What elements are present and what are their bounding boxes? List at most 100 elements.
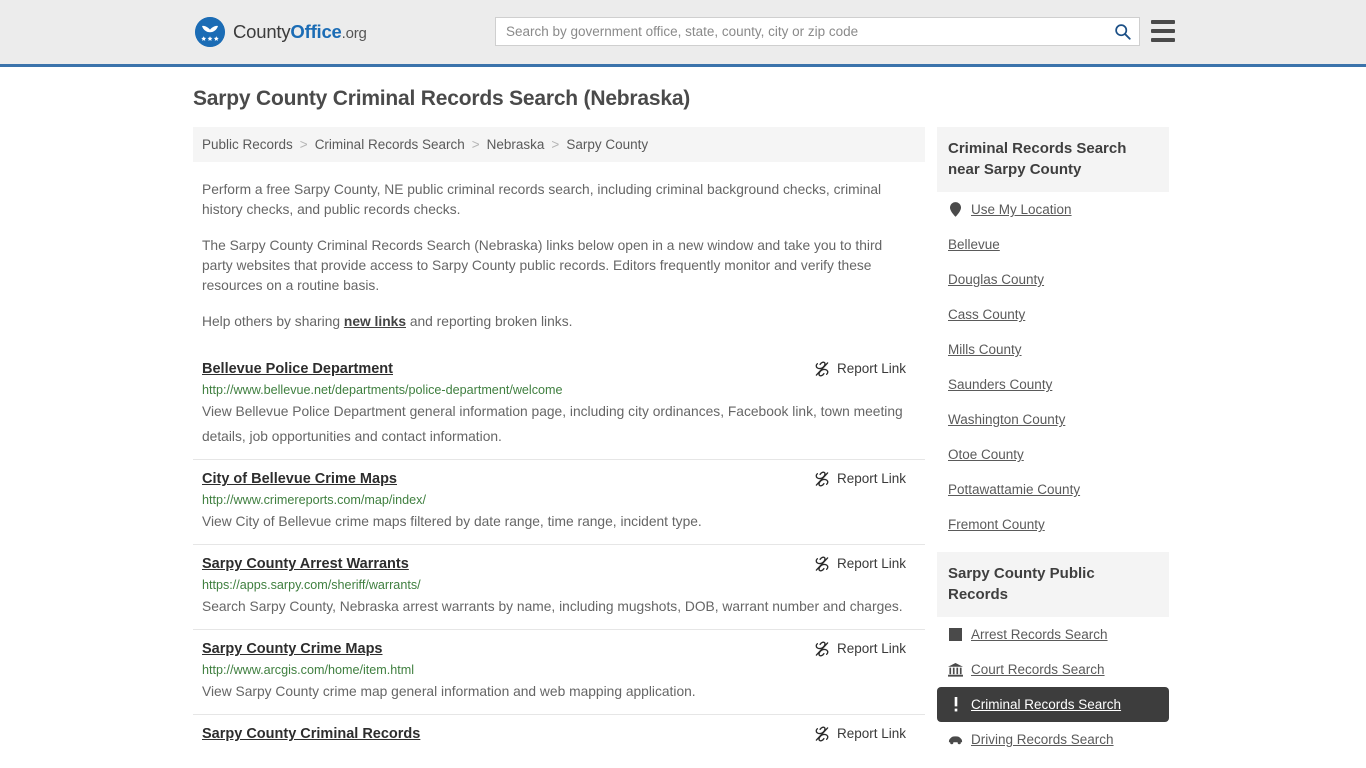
content-columns: Public Records > Criminal Records Search… xyxy=(193,127,1173,767)
intro-paragraph-3: Help others by sharing new links and rep… xyxy=(202,312,916,332)
result-url[interactable]: http://www.crimereports.com/map/index/ xyxy=(202,492,916,508)
sidebar-item-label: Driving Records Search xyxy=(971,732,1114,747)
site-header: CountyOffice.org xyxy=(0,0,1366,67)
hamburger-bar xyxy=(1151,38,1175,42)
sidebar-item-criminal-records-search[interactable]: Criminal Records Search xyxy=(937,687,1169,722)
exclamation-icon xyxy=(948,697,963,712)
sidebar-item-label: Mills County xyxy=(948,342,1022,357)
sidebar-item-court-records-search[interactable]: Court Records Search xyxy=(937,652,1169,687)
list-item: Driving Records Search xyxy=(937,722,1169,757)
list-item: Arrest Records Search xyxy=(937,617,1169,652)
result-title-link[interactable]: Sarpy County Crime Maps xyxy=(202,639,383,659)
hamburger-menu-icon[interactable] xyxy=(1151,20,1175,42)
sidebar-item-arrest-records-search[interactable]: Arrest Records Search xyxy=(937,617,1169,652)
list-item: Pottawattamie County xyxy=(937,472,1169,507)
report-link-button[interactable]: Report Link xyxy=(814,639,906,659)
report-link-button[interactable]: Report Link xyxy=(814,359,906,379)
result-url[interactable]: https://apps.sarpy.com/sheriff/warrants/ xyxy=(202,577,916,593)
result-description: Search Sarpy County, Nebraska arrest war… xyxy=(202,599,903,614)
result-header: Bellevue Police Department Report Link xyxy=(202,359,916,379)
page-container: Sarpy County Criminal Records Search (Ne… xyxy=(193,67,1173,767)
logo-word-org: .org xyxy=(341,25,367,42)
sidebar-public-records-title: Sarpy County Public Records xyxy=(937,552,1169,617)
sidebar-item-label: Court Records Search xyxy=(971,662,1105,677)
list-item: Fremont County xyxy=(937,507,1169,542)
report-link-button[interactable]: Report Link xyxy=(814,554,906,574)
report-link-label: Report Link xyxy=(836,641,906,656)
sidebar-item-label: Arrest Records Search xyxy=(971,627,1108,642)
map-pin-icon xyxy=(948,202,963,217)
new-links-link[interactable]: new links xyxy=(344,314,406,329)
intro-paragraph-2: The Sarpy County Criminal Records Search… xyxy=(202,238,883,293)
list-item: Mills County xyxy=(937,332,1169,367)
result-item: Sarpy County Criminal Records Report Lin… xyxy=(193,714,925,754)
result-description: View Bellevue Police Department general … xyxy=(202,404,903,444)
sidebar-item-fremont-county[interactable]: Fremont County xyxy=(937,507,1169,542)
page-title: Sarpy County Criminal Records Search (Ne… xyxy=(193,87,691,110)
sidebar-item-mills-county[interactable]: Mills County xyxy=(937,332,1169,367)
sidebar-nearby-title: Criminal Records Search near Sarpy Count… xyxy=(937,127,1169,192)
search-bar[interactable] xyxy=(495,17,1140,46)
search-button[interactable] xyxy=(1105,18,1139,45)
sidebar-item-washington-county[interactable]: Washington County xyxy=(937,402,1169,437)
result-title-link[interactable]: City of Bellevue Crime Maps xyxy=(202,469,397,489)
list-item: Bellevue xyxy=(937,227,1169,262)
report-link-label: Report Link xyxy=(836,471,906,486)
list-item: Washington County xyxy=(937,402,1169,437)
sidebar-item-saunders-county[interactable]: Saunders County xyxy=(937,367,1169,402)
sidebar-item-label: Washington County xyxy=(948,412,1066,427)
list-item: Douglas County xyxy=(937,262,1169,297)
site-logo-text: CountyOffice.org xyxy=(233,21,367,43)
intro-text-before-link: Help others by sharing xyxy=(202,314,344,329)
result-url[interactable]: http://www.bellevue.net/departments/poli… xyxy=(202,382,916,398)
courthouse-icon xyxy=(948,662,963,677)
sidebar-item-douglas-county[interactable]: Douglas County xyxy=(937,262,1169,297)
list-item: Court Records Search xyxy=(937,652,1169,687)
list-item: Saunders County xyxy=(937,367,1169,402)
report-link-label: Report Link xyxy=(836,361,906,376)
intro-section: Perform a free Sarpy County, NE public c… xyxy=(193,180,925,332)
breadcrumb-item-nebraska[interactable]: Nebraska xyxy=(487,137,545,152)
result-title-link[interactable]: Sarpy County Arrest Warrants xyxy=(202,554,409,574)
sidebar-public-records-list: Arrest Records Search Court Records Sear… xyxy=(937,617,1169,757)
fingerprint-icon xyxy=(948,627,963,642)
result-title-link[interactable]: Bellevue Police Department xyxy=(202,359,393,379)
sidebar-item-driving-records-search[interactable]: Driving Records Search xyxy=(937,722,1169,757)
results-list: Bellevue Police Department Report Link h… xyxy=(193,350,925,754)
search-input[interactable] xyxy=(496,18,1105,45)
list-item: Cass County xyxy=(937,297,1169,332)
sidebar-item-pottawattamie-county[interactable]: Pottawattamie County xyxy=(937,472,1169,507)
breadcrumb-item-public-records[interactable]: Public Records xyxy=(202,137,293,152)
result-url[interactable]: http://www.arcgis.com/home/item.html xyxy=(202,662,916,678)
sidebar-item-bellevue[interactable]: Bellevue xyxy=(937,227,1169,262)
site-logo[interactable]: CountyOffice.org xyxy=(195,17,367,47)
sidebar-item-label: Otoe County xyxy=(948,447,1024,462)
report-link-button[interactable]: Report Link xyxy=(814,724,906,744)
sidebar-item-cass-county[interactable]: Cass County xyxy=(937,297,1169,332)
result-item: City of Bellevue Crime Maps Report Link xyxy=(193,459,925,544)
result-title-link[interactable]: Sarpy County Criminal Records xyxy=(202,724,420,744)
result-header: Sarpy County Crime Maps Report Link xyxy=(202,639,916,659)
search-icon xyxy=(1114,24,1131,40)
sidebar-nearby-box: Criminal Records Search near Sarpy Count… xyxy=(937,127,1169,542)
result-description: View City of Bellevue crime maps filtere… xyxy=(202,514,702,529)
result-item: Bellevue Police Department Report Link h… xyxy=(193,350,925,459)
sidebar-item-label: Douglas County xyxy=(948,272,1045,287)
result-item: Sarpy County Arrest Warrants Report Link xyxy=(193,544,925,629)
sidebar-item-label: Saunders County xyxy=(948,377,1053,392)
broken-link-icon xyxy=(815,556,829,572)
report-link-button[interactable]: Report Link xyxy=(814,469,906,489)
breadcrumb: Public Records > Criminal Records Search… xyxy=(193,127,925,162)
result-item: Sarpy County Crime Maps Report Link http… xyxy=(193,629,925,714)
sidebar-item-otoe-county[interactable]: Otoe County xyxy=(937,437,1169,472)
report-link-label: Report Link xyxy=(836,726,906,741)
broken-link-icon xyxy=(815,361,829,377)
sidebar-item-use-my-location[interactable]: Use My Location xyxy=(937,192,1169,227)
sidebar-item-label: Criminal Records Search xyxy=(971,697,1122,712)
result-header: Sarpy County Criminal Records Report Lin… xyxy=(202,724,916,744)
breadcrumb-separator: > xyxy=(299,137,308,152)
list-item: Otoe County xyxy=(937,437,1169,472)
sidebar: Criminal Records Search near Sarpy Count… xyxy=(937,127,1169,767)
sidebar-item-label: Pottawattamie County xyxy=(948,482,1081,497)
breadcrumb-item-criminal-records-search[interactable]: Criminal Records Search xyxy=(315,137,465,152)
